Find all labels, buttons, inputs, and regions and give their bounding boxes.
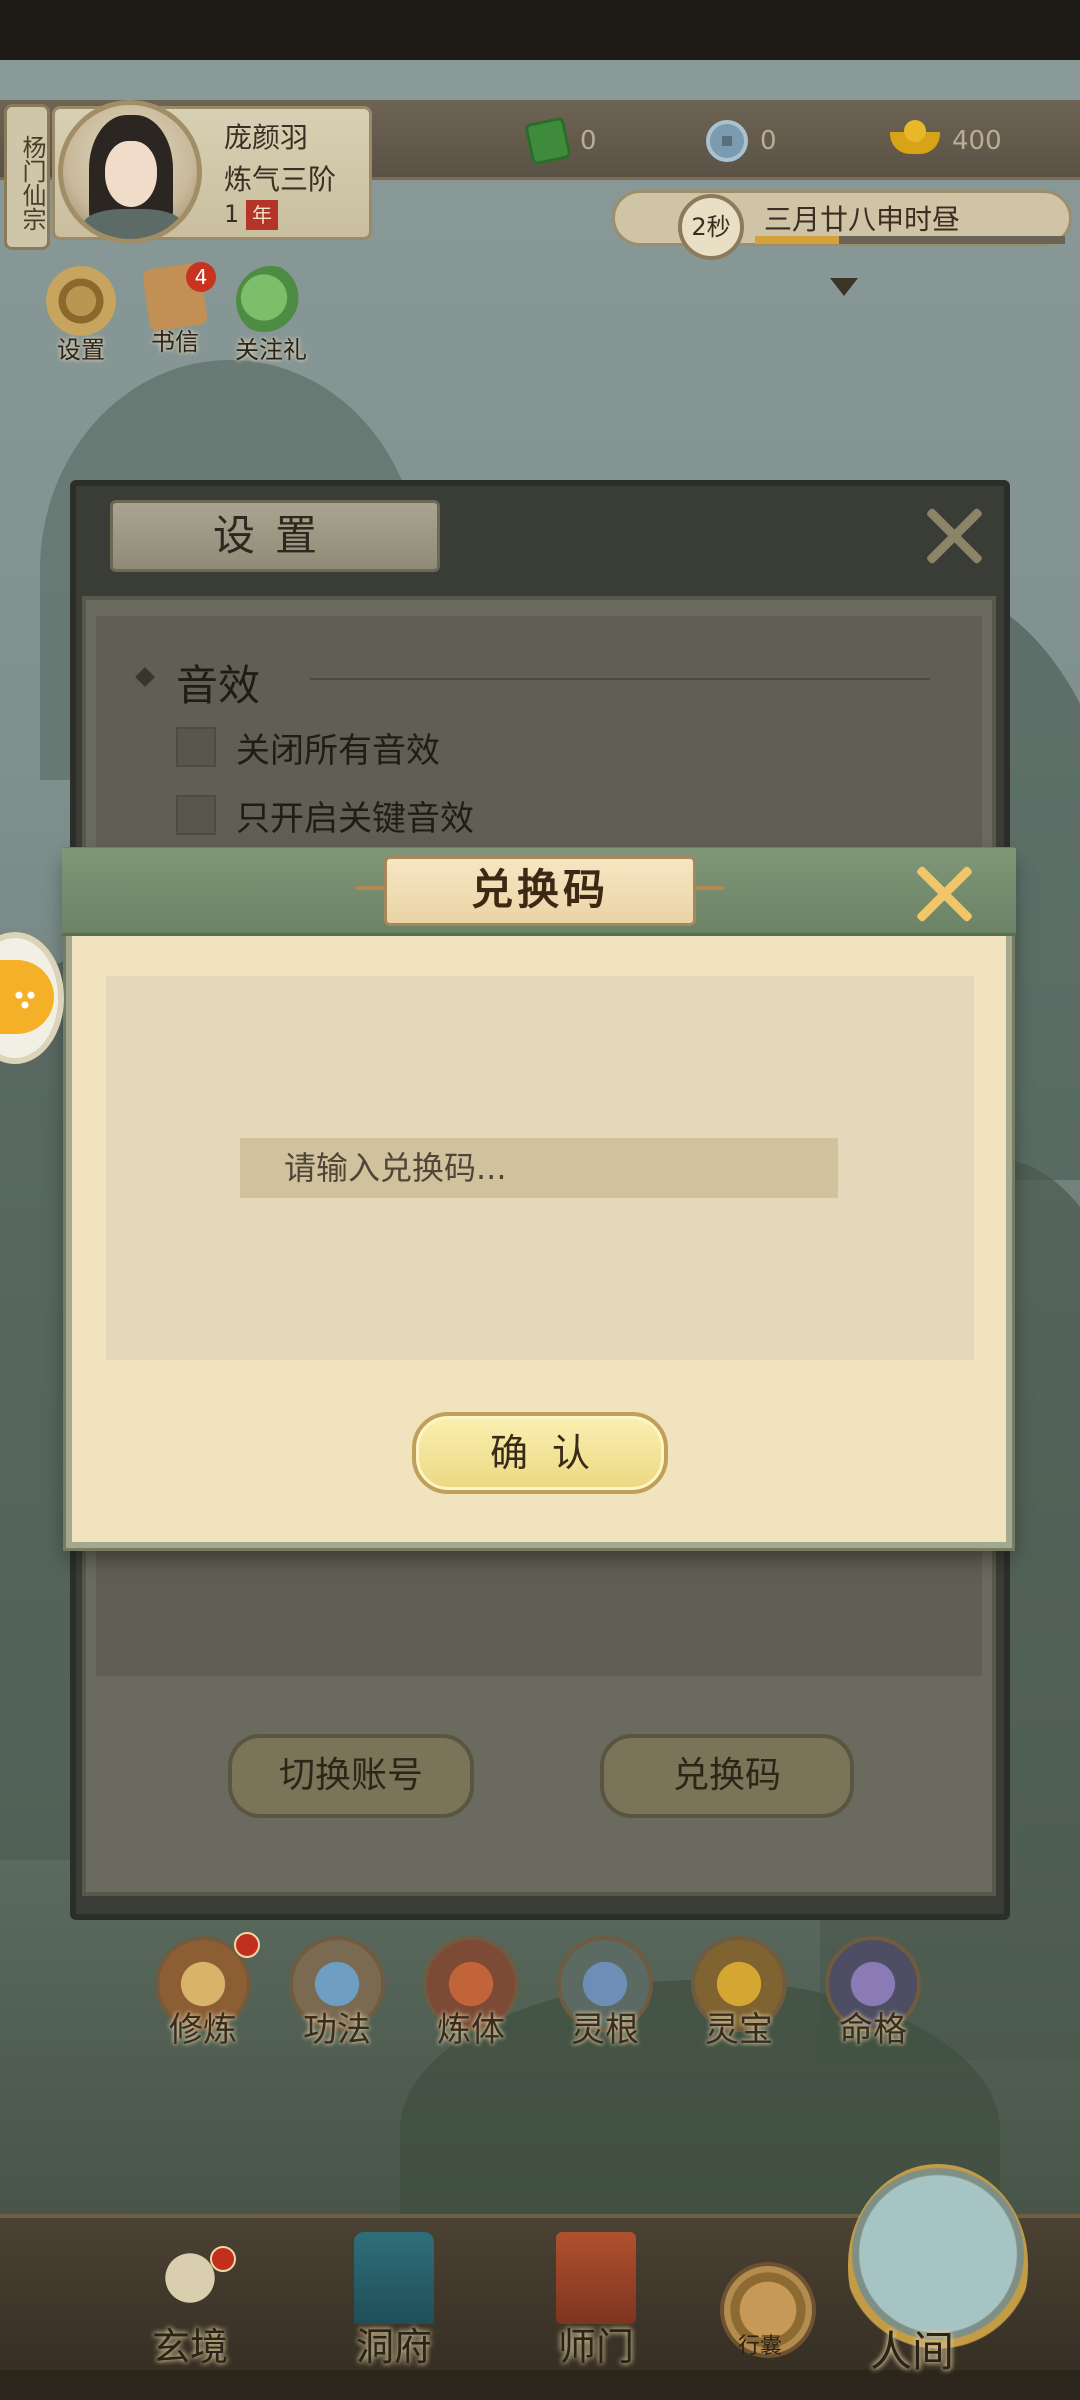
menu-techniques[interactable]: 功法 xyxy=(282,1936,392,2051)
nav-bag-label: 行囊 xyxy=(738,2334,783,2359)
section-divider xyxy=(310,678,930,680)
menu-cultivate-label: 修炼 xyxy=(169,2010,237,2050)
redeem-dialog-title: 兑换码 xyxy=(384,856,696,926)
follow-gift-label: 关注礼 xyxy=(235,336,307,364)
gold-ingot-icon xyxy=(890,120,940,162)
option-mute-all[interactable]: 关闭所有音效 xyxy=(176,722,440,772)
key-sounds-label: 只开启关键音效 xyxy=(236,798,474,839)
notification-dot xyxy=(210,2246,236,2272)
nav-mortal-world-label: 人间 xyxy=(870,2327,955,2376)
age-unit-badge: 年 xyxy=(246,200,278,230)
nav-mystic-realm[interactable]: 玄境 xyxy=(110,2232,270,2371)
avatar[interactable] xyxy=(58,100,202,244)
confirm-button[interactable]: 确认 xyxy=(412,1412,668,1494)
currency-coin[interactable]: 0 xyxy=(706,118,777,164)
redeem-code-input[interactable] xyxy=(240,1138,838,1198)
status-bar xyxy=(0,0,1080,60)
coin-icon xyxy=(706,120,748,162)
nav-cave-label: 洞府 xyxy=(355,2325,432,2369)
follow-gift-button[interactable]: 关注礼 xyxy=(226,266,316,365)
gear-icon xyxy=(46,266,116,336)
sound-section-heading: 音效 xyxy=(176,661,261,710)
menu-spirit-root[interactable]: 灵根 xyxy=(550,1936,660,2051)
player-name: 庞颜羽 xyxy=(224,121,309,154)
gift-icon xyxy=(236,266,306,336)
nav-cave[interactable]: 洞府 xyxy=(314,2232,474,2371)
nav-sect[interactable]: 师门 xyxy=(516,2232,676,2371)
option-key-sounds-only[interactable]: 只开启关键音效 xyxy=(176,790,474,840)
settings-label: 设置 xyxy=(57,336,105,364)
mute-all-checkbox[interactable] xyxy=(176,727,216,767)
notification-dot xyxy=(234,1932,260,1958)
title-ornament-left xyxy=(356,886,386,890)
settings-close-icon[interactable] xyxy=(924,506,984,566)
nav-sect-label: 师门 xyxy=(557,2325,634,2369)
settings-title: 设置 xyxy=(110,500,440,572)
switch-account-button[interactable]: 切换账号 xyxy=(228,1734,474,1818)
game-date: 三月廿八申时昼 xyxy=(764,203,961,236)
letters-badge: 4 xyxy=(186,262,216,292)
redeem-code-button[interactable]: 兑换码 xyxy=(600,1734,854,1818)
gold-amount: 400 xyxy=(952,126,1002,156)
gamepad-icon xyxy=(10,984,40,1012)
title-ornament-right xyxy=(694,886,724,890)
menu-spirit-root-label: 灵根 xyxy=(571,2010,639,2050)
sect-banner-icon xyxy=(556,2232,636,2324)
settings-button[interactable]: 设置 xyxy=(36,266,126,365)
menu-body-refining-label: 炼体 xyxy=(437,2010,505,2050)
cave-icon xyxy=(354,2232,434,2324)
coin-amount: 0 xyxy=(760,126,777,156)
time-seconds: 2秒 xyxy=(678,194,744,260)
expand-arrow-icon[interactable] xyxy=(830,278,858,296)
redeem-close-icon[interactable] xyxy=(914,864,974,924)
player-age: 1 xyxy=(224,200,240,228)
menu-treasure[interactable]: 灵宝 xyxy=(684,1936,794,2051)
currency-gold[interactable]: 400 xyxy=(890,118,1002,164)
jade-amount: 0 xyxy=(580,126,597,156)
letters-button[interactable]: 4 书信 xyxy=(130,262,220,357)
key-sounds-checkbox[interactable] xyxy=(176,795,216,835)
nav-mystic-realm-label: 玄境 xyxy=(151,2325,228,2369)
menu-techniques-label: 功法 xyxy=(303,2010,371,2050)
sect-label[interactable]: 杨门仙宗 xyxy=(4,104,50,250)
menu-fate-label: 命格 xyxy=(839,2010,907,2050)
currency-jade[interactable]: 0 xyxy=(524,116,597,166)
mute-all-label: 关闭所有音效 xyxy=(236,730,440,771)
menu-treasure-label: 灵宝 xyxy=(705,2010,773,2050)
menu-cultivate[interactable]: 修炼 xyxy=(148,1932,260,2051)
menu-body-refining[interactable]: 炼体 xyxy=(416,1936,526,2051)
jade-icon xyxy=(524,116,572,166)
player-realm: 炼气三阶 xyxy=(224,163,337,196)
menu-fate[interactable]: 命格 xyxy=(818,1936,928,2051)
